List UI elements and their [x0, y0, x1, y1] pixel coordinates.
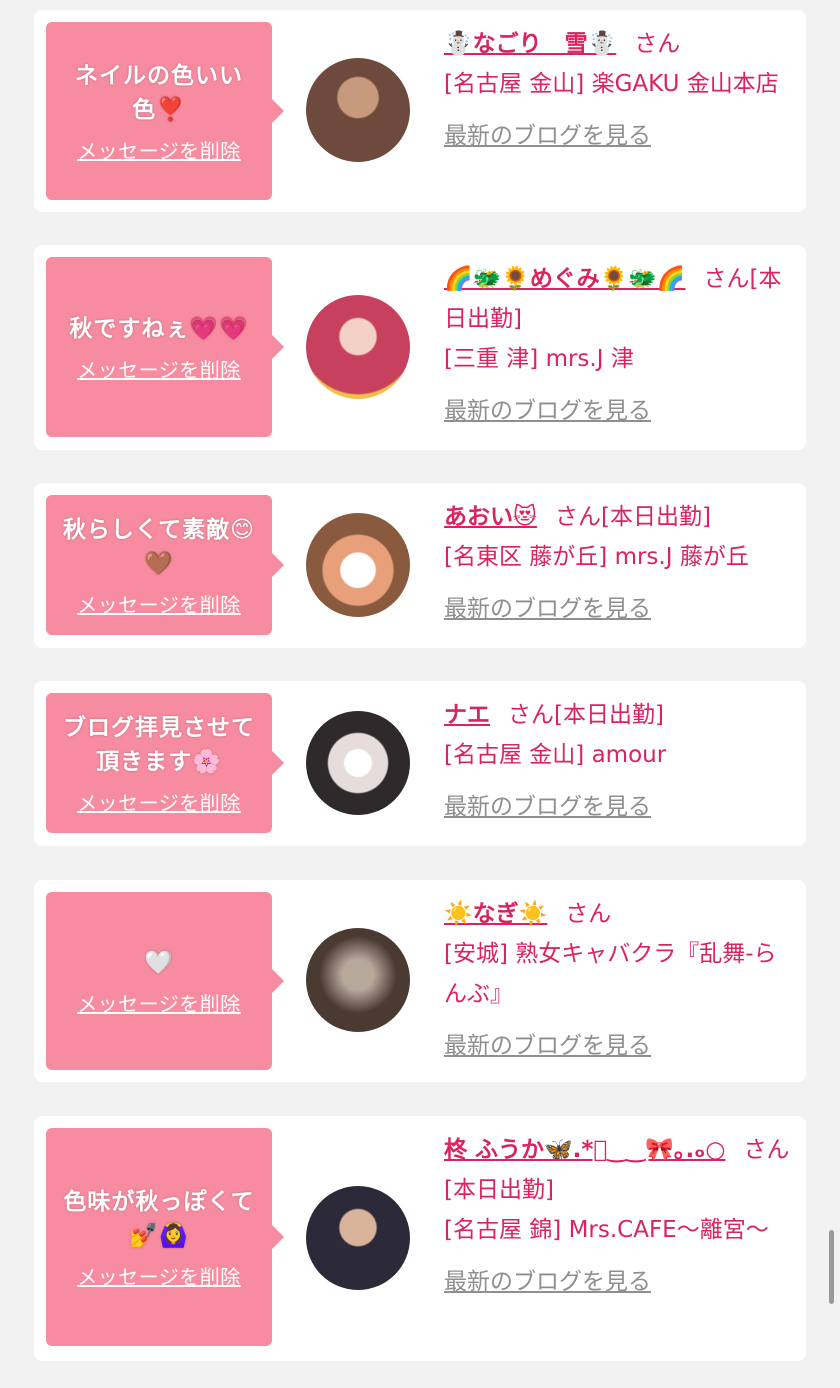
- delete-message-link[interactable]: メッセージを削除: [77, 988, 241, 1017]
- sender-name-link[interactable]: 🌈🐲🌻めぐみ🌻🐲🌈: [444, 266, 686, 292]
- message-card: ブログ拝見させて頂きます🌸 メッセージを削除 ナエ さん[本日出勤] [名古屋 金…: [34, 681, 806, 846]
- status-text: [本日出勤]: [554, 702, 664, 728]
- latest-blog-link[interactable]: 最新のブログを見る: [444, 589, 651, 629]
- message-list: ネイルの色いい色❣️ メッセージを削除 ☃️なごり 雪☃️ さん [名古屋 金山]…: [0, 0, 840, 1388]
- avatar[interactable]: [306, 711, 410, 815]
- message-text: 秋ですねぇ💗💗: [69, 315, 249, 342]
- message-bubble: 秋ですねぇ💗💗 メッセージを削除: [46, 257, 284, 437]
- delete-message-link[interactable]: メッセージを削除: [77, 589, 241, 618]
- delete-message-link[interactable]: メッセージを削除: [77, 135, 241, 164]
- san-label: さん: [508, 702, 554, 728]
- shop-info: [名東区 藤が丘] mrs.J 藤が丘: [444, 544, 749, 570]
- message-text: 秋らしくて素敵😊🤎: [62, 516, 256, 577]
- message-bubble: 色味が秋っぽくて💅🙆‍♀️ メッセージを削除: [46, 1128, 284, 1346]
- sender-info: ☀️なぎ☀️ さん [安城] 熟女キャバクラ『乱舞-らんぶ』 最新のブログを見る: [444, 894, 794, 1066]
- message-text: 色味が秋っぽくて💅🙆‍♀️: [63, 1188, 255, 1249]
- status-text: [本日出勤]: [600, 504, 711, 530]
- message-bubble: ネイルの色いい色❣️ メッセージを削除: [46, 22, 284, 200]
- latest-blog-link[interactable]: 最新のブログを見る: [444, 116, 651, 156]
- sender-info: 🌈🐲🌻めぐみ🌻🐲🌈 さん[本日出勤] [三重 津] mrs.J 津 最新のブログを…: [444, 259, 794, 431]
- latest-blog-link[interactable]: 最新のブログを見る: [444, 787, 651, 827]
- shop-info: [安城] 熟女キャバクラ『乱舞-らんぶ』: [444, 941, 777, 1007]
- sender-name-link[interactable]: ☀️なぎ☀️: [444, 901, 547, 927]
- shop-info: [名古屋 錦] Mrs.CAFE～離宮～: [444, 1217, 769, 1243]
- message-bubble: ブログ拝見させて頂きます🌸 メッセージを削除: [46, 693, 284, 833]
- shop-info: [名古屋 金山] 楽GAKU 金山本店: [444, 71, 779, 97]
- message-text: ブログ拝見させて頂きます🌸: [63, 714, 255, 775]
- san-label: さん: [554, 504, 601, 530]
- sender-info: ナエ さん[本日出勤] [名古屋 金山] amour 最新のブログを見る: [444, 695, 794, 827]
- message-text: 🤍: [144, 949, 174, 976]
- avatar[interactable]: [306, 58, 410, 162]
- message-card: ネイルの色いい色❣️ メッセージを削除 ☃️なごり 雪☃️ さん [名古屋 金山]…: [34, 10, 806, 212]
- scrollbar[interactable]: [829, 1230, 834, 1304]
- latest-blog-link[interactable]: 最新のブログを見る: [444, 391, 651, 431]
- delete-message-link[interactable]: メッセージを削除: [77, 1261, 241, 1290]
- sender-name-link[interactable]: あおい😻: [444, 504, 537, 530]
- avatar[interactable]: [306, 1186, 410, 1290]
- sender-name-link[interactable]: ☃️なごり 雪☃️: [444, 31, 616, 57]
- san-label: さん: [703, 266, 750, 292]
- message-card: 色味が秋っぽくて💅🙆‍♀️ メッセージを削除 柊 ふうか🦋.*ﾟ‿‿🎀｡.ₒ○ さ…: [34, 1116, 806, 1361]
- san-label: さん: [743, 1137, 790, 1163]
- sender-info: 柊 ふうか🦋.*ﾟ‿‿🎀｡.ₒ○ さん [本日出勤] [名古屋 錦] Mrs.CAF…: [444, 1130, 794, 1302]
- san-label: さん: [565, 901, 612, 927]
- avatar[interactable]: [306, 513, 410, 617]
- latest-blog-link[interactable]: 最新のブログを見る: [444, 1026, 651, 1066]
- sender-info: ☃️なごり 雪☃️ さん [名古屋 金山] 楽GAKU 金山本店 最新のブログを見…: [444, 24, 794, 156]
- message-text: ネイルの色いい色❣️: [75, 62, 243, 123]
- status-text: [本日出勤]: [444, 1177, 554, 1203]
- sender-name-link[interactable]: 柊 ふうか🦋.*ﾟ‿‿🎀｡.ₒ○: [444, 1137, 725, 1163]
- message-bubble: 🤍 メッセージを削除: [46, 892, 284, 1070]
- message-card: 秋ですねぇ💗💗 メッセージを削除 🌈🐲🌻めぐみ🌻🐲🌈 さん[本日出勤] [三重 津…: [34, 245, 806, 450]
- san-label: さん: [634, 31, 681, 57]
- message-card: 秋らしくて素敵😊🤎 メッセージを削除 あおい😻 さん[本日出勤] [名東区 藤が丘…: [34, 483, 806, 648]
- sender-info: あおい😻 さん[本日出勤] [名東区 藤が丘] mrs.J 藤が丘 最新のブログを…: [444, 497, 794, 629]
- delete-message-link[interactable]: メッセージを削除: [77, 787, 241, 816]
- message-card: 🤍 メッセージを削除 ☀️なぎ☀️ さん [安城] 熟女キャバクラ『乱舞-らんぶ』…: [34, 880, 806, 1082]
- delete-message-link[interactable]: メッセージを削除: [77, 354, 241, 383]
- shop-info: [名古屋 金山] amour: [444, 742, 667, 768]
- shop-info: [三重 津] mrs.J 津: [444, 346, 634, 372]
- avatar[interactable]: [306, 295, 410, 399]
- latest-blog-link[interactable]: 最新のブログを見る: [444, 1262, 651, 1302]
- avatar[interactable]: [306, 928, 410, 1032]
- message-bubble: 秋らしくて素敵😊🤎 メッセージを削除: [46, 495, 284, 635]
- sender-name-link[interactable]: ナエ: [444, 702, 490, 728]
